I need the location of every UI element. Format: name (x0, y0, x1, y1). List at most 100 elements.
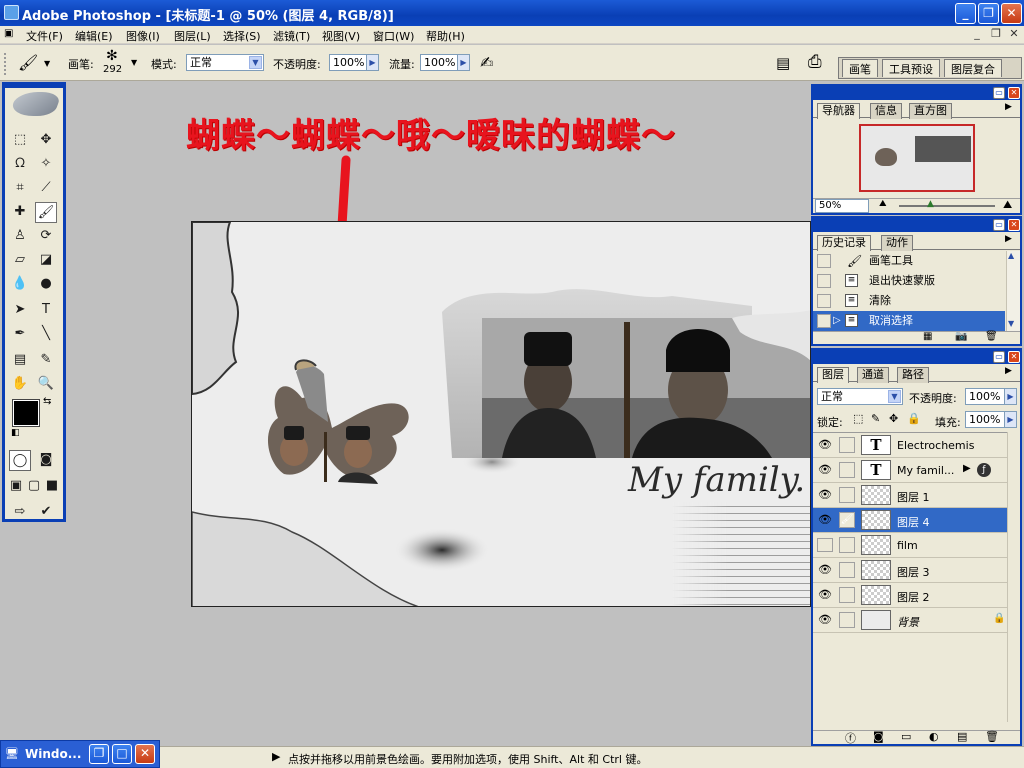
default-colors-icon[interactable]: ◧ (11, 428, 20, 438)
new-layer-icon[interactable]: ▤ (957, 730, 967, 743)
airbrush-icon[interactable]: ✍ (480, 53, 493, 72)
layer-link-box[interactable] (839, 462, 855, 478)
marquee-tool-icon[interactable]: ⬚ (9, 130, 31, 151)
panel-close-icon[interactable]: ✕ (1008, 351, 1020, 363)
zoom-tool-icon[interactable]: 🔍 (35, 374, 57, 395)
new-group-icon[interactable]: ▭ (901, 730, 911, 743)
eye-icon[interactable]: 👁 (817, 438, 833, 452)
lock-position-icon[interactable]: ✥ (889, 412, 898, 425)
new-document-from-state-icon[interactable]: ▦ (923, 331, 932, 342)
foreground-color-swatch[interactable] (12, 399, 40, 427)
opacity-arrow-icon[interactable]: ▶ (366, 55, 378, 70)
eye-icon[interactable]: 👁 (817, 613, 833, 627)
layer-link-box[interactable] (839, 487, 855, 503)
mode-select[interactable]: 正常 ▼ (186, 54, 264, 71)
tab-info[interactable]: 信息 (870, 103, 902, 119)
menu-layer[interactable]: 图层(L) (174, 28, 211, 44)
blur-tool-icon[interactable]: 💧 (9, 274, 31, 295)
add-layer-style-icon[interactable]: ⓕ (845, 730, 856, 746)
brush-tool-icon[interactable]: 🖌 (18, 53, 38, 72)
history-scrollbar[interactable]: ▲ ▼ (1006, 251, 1020, 331)
menu-window[interactable]: 窗口(W) (373, 28, 414, 44)
doc-icon[interactable]: ▣ (4, 28, 13, 39)
minimize-button[interactable]: _ (955, 3, 976, 24)
layer-row-layer-4-active[interactable]: 👁 🖌 图层 4 (813, 508, 1007, 533)
type-tool-icon[interactable]: T (35, 300, 57, 321)
standard-mode-icon[interactable]: ◯ (9, 450, 31, 471)
eye-icon[interactable]: 👁 (817, 463, 833, 477)
navigator-thumbnail[interactable] (859, 124, 975, 192)
tab-channels[interactable]: 通道 (857, 367, 889, 383)
eraser-tool-icon[interactable]: ▱ (9, 250, 31, 271)
delete-layer-icon[interactable]: 🗑 (985, 730, 999, 743)
eye-icon[interactable]: 👁 (817, 563, 833, 577)
well-tab-tool-presets[interactable]: 工具预设 (882, 59, 940, 77)
panel-minimize-icon[interactable]: ▭ (993, 351, 1005, 363)
dodge-tool-icon[interactable]: ● (35, 274, 57, 295)
brush-picker-dropdown-icon[interactable]: ▼ (131, 58, 137, 67)
tab-navigator[interactable]: 导航器 (817, 103, 860, 119)
screen-mode-standard-icon[interactable]: ▣ (7, 476, 25, 497)
maximize-window-icon[interactable]: □ (112, 744, 132, 764)
brush-tool-button-icon[interactable]: 🖌 (35, 202, 57, 223)
doc-restore-icon[interactable]: ❐ (989, 27, 1003, 41)
tab-histogram[interactable]: 直方图 (909, 103, 952, 119)
layer-link-box[interactable] (839, 537, 855, 553)
new-snapshot-icon[interactable]: 📷 (955, 331, 967, 342)
menu-filter[interactable]: 滤镜(T) (273, 28, 310, 44)
panel-minimize-icon[interactable]: ▭ (993, 87, 1005, 99)
imageready-check-icon[interactable]: ✔ (35, 502, 57, 523)
screen-mode-full-icon[interactable]: ■ (43, 476, 61, 497)
healing-brush-tool-icon[interactable]: ✚ (9, 202, 31, 223)
tab-paths[interactable]: 路径 (897, 367, 929, 383)
well-tab-brushes[interactable]: 画笔 (842, 59, 878, 77)
zoom-slider-thumb[interactable]: ▲ (927, 199, 934, 209)
panel-menu-icon[interactable]: ▶ (1005, 234, 1012, 244)
lock-pixels-icon[interactable]: ✎ (871, 412, 880, 425)
lasso-tool-icon[interactable]: ᘯ (9, 154, 31, 175)
history-item-active[interactable]: ▷ ≡ 取消选择 (813, 311, 1005, 331)
layer-opacity-arrow-icon[interactable]: ▶ (1004, 389, 1016, 404)
layer-row-electrochemis[interactable]: 👁 T Electrochemis... (813, 433, 1007, 458)
opacity-field[interactable]: 100% ▶ (329, 54, 379, 71)
eye-icon[interactable]: 👁 (817, 488, 833, 502)
layer-row-film[interactable]: film (813, 533, 1007, 558)
fill-field[interactable]: 100% ▶ (965, 411, 1017, 428)
layer-link-box[interactable] (839, 587, 855, 603)
lock-transparency-icon[interactable]: ⬚ (853, 412, 863, 425)
eye-icon[interactable]: 👁 (817, 513, 833, 527)
layer-link-box[interactable] (839, 562, 855, 578)
doc-close-icon[interactable]: ✕ (1007, 27, 1021, 41)
eye-hidden-box[interactable] (817, 538, 833, 552)
layer-row-my-family[interactable]: 👁 T My famil... ▶ ƒ (813, 458, 1007, 483)
panel-menu-icon[interactable]: ▶ (1005, 366, 1012, 376)
layer-opacity-field[interactable]: 100% ▶ (965, 388, 1017, 405)
blend-mode-select[interactable]: 正常 ▼ (817, 388, 903, 405)
navigator-zoom-field[interactable]: 50% (815, 199, 869, 213)
panel-close-icon[interactable]: ✕ (1008, 219, 1020, 231)
restore-window-icon[interactable]: ❐ (89, 744, 109, 764)
new-adjustment-layer-icon[interactable]: ◐ (929, 730, 939, 743)
clone-stamp-tool-icon[interactable]: ♙ (9, 226, 31, 247)
layer-link-box[interactable] (839, 437, 855, 453)
pen-tool-icon[interactable]: ✒ (9, 324, 31, 345)
close-window-icon[interactable]: ✕ (135, 744, 155, 764)
swap-colors-icon[interactable]: ⇆ (43, 396, 51, 407)
zoom-out-icon[interactable]: ⛰ (879, 199, 887, 209)
brush-preview-icon[interactable]: ✻ (106, 48, 118, 64)
history-item[interactable]: 🖌 画笔工具 (813, 251, 1005, 271)
lock-all-icon[interactable]: 🔒 (907, 412, 921, 425)
eye-icon[interactable]: 👁 (817, 588, 833, 602)
menu-help[interactable]: 帮助(H) (426, 28, 465, 44)
history-item[interactable]: ≡ 清除 (813, 291, 1005, 311)
history-snapshot-checkbox[interactable] (817, 314, 831, 328)
tab-layers[interactable]: 图层 (817, 367, 849, 383)
scroll-up-icon[interactable]: ▲ (1008, 251, 1014, 260)
hand-tool-icon[interactable]: ✋ (9, 374, 31, 395)
layer-style-icon[interactable]: ƒ (977, 463, 991, 477)
notes-tool-icon[interactable]: ▤ (9, 350, 31, 371)
close-button[interactable]: ✕ (1001, 3, 1022, 24)
jump-to-imageready-icon[interactable]: ⇨ (9, 502, 31, 523)
restore-button[interactable]: ❐ (978, 3, 999, 24)
menu-select[interactable]: 选择(S) (223, 28, 261, 44)
